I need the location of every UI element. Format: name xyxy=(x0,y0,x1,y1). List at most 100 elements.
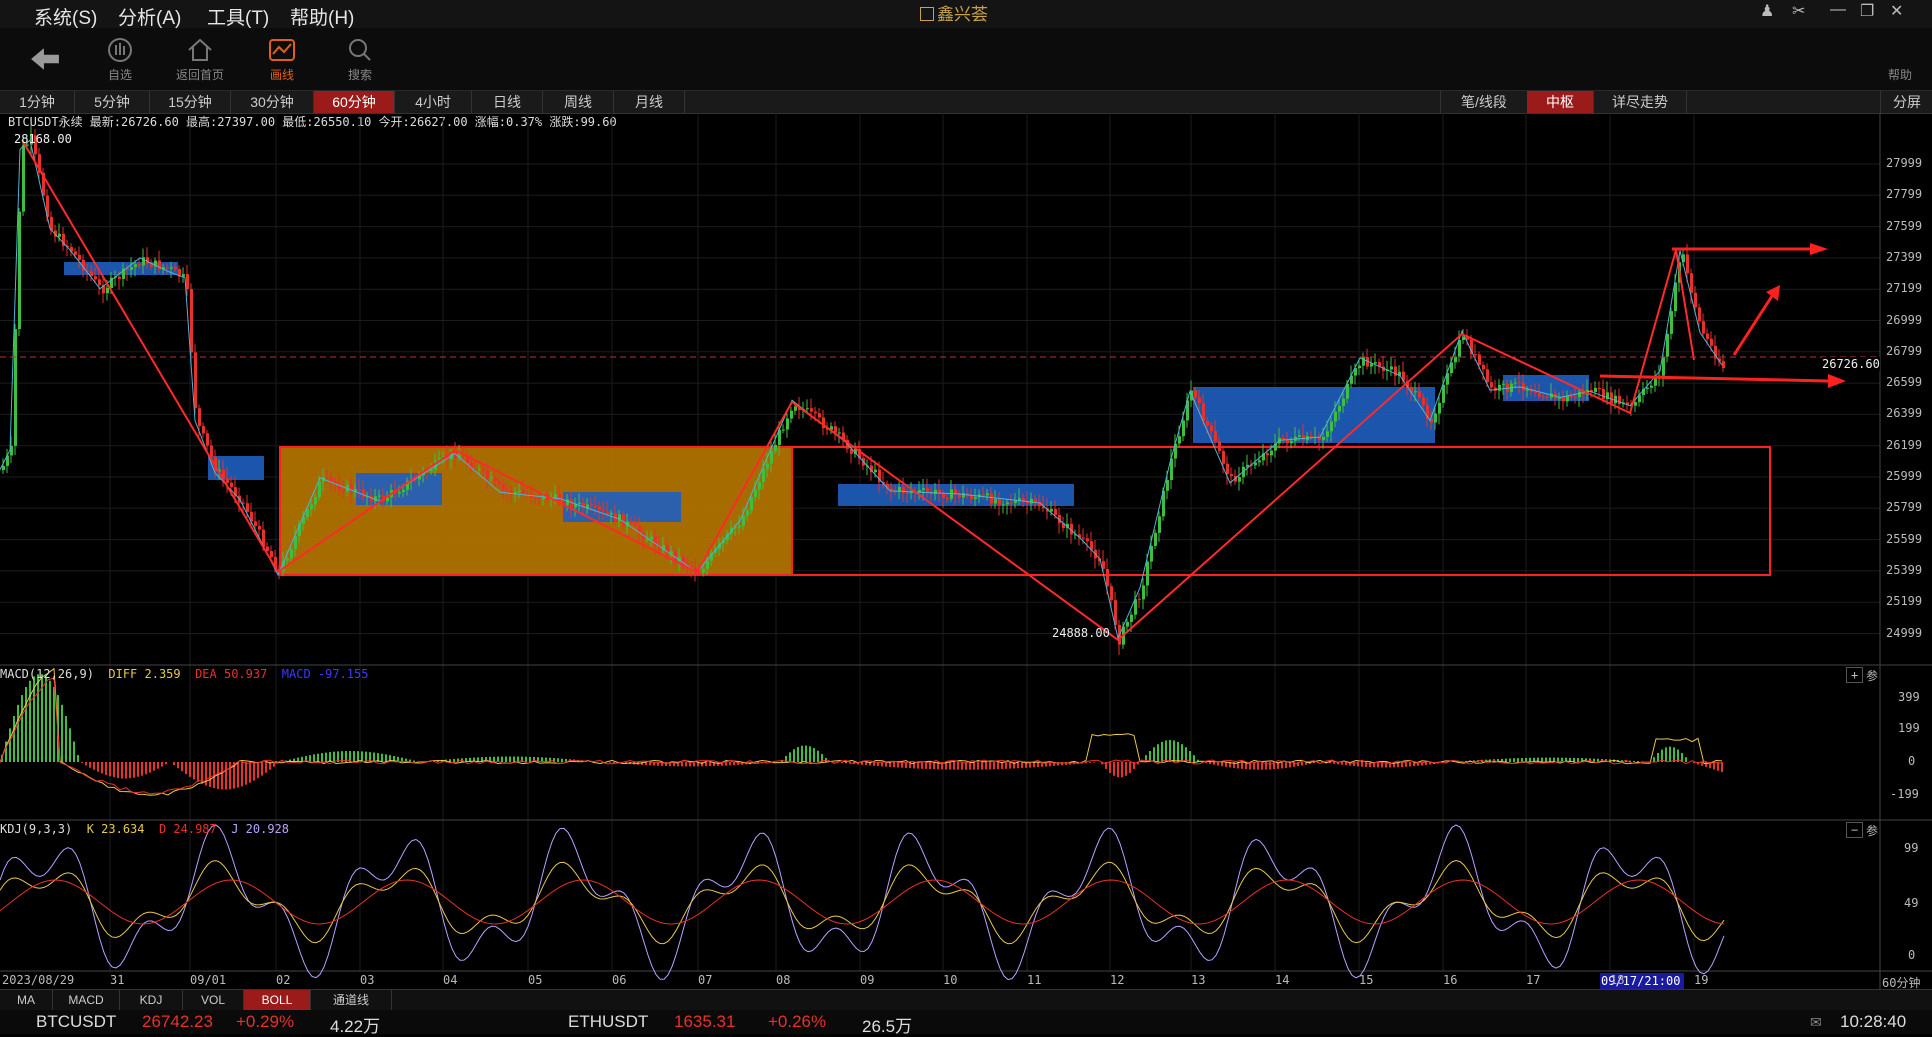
candle-body xyxy=(766,463,769,469)
candle-body xyxy=(1390,366,1393,370)
kdj-k-value: K 23.634 xyxy=(86,822,145,836)
candle-body xyxy=(806,408,809,410)
x-tick-label: 03 xyxy=(360,973,375,987)
last-price-tag: 26726.60 xyxy=(1822,357,1880,371)
candle-body xyxy=(146,257,149,264)
candle-body xyxy=(130,267,133,270)
candle-body xyxy=(1106,568,1109,587)
candle-body xyxy=(182,274,185,277)
indicator-tab-boll[interactable]: BOLL xyxy=(244,990,311,1010)
y-tick-label: 25199 xyxy=(1886,594,1923,609)
candle-body xyxy=(190,289,193,353)
candle-body xyxy=(942,493,945,499)
candle-body xyxy=(198,408,201,427)
quote-symbol[interactable]: ETHUSDT xyxy=(568,1012,648,1032)
candle-body xyxy=(1050,509,1053,512)
candle-body xyxy=(974,497,977,499)
candle-body xyxy=(362,489,365,497)
candle-body xyxy=(1198,397,1201,404)
candle-body xyxy=(378,495,381,497)
candle-body xyxy=(398,492,401,494)
candle-body xyxy=(630,521,633,523)
candle-body xyxy=(1342,398,1345,407)
candle-body xyxy=(330,477,333,482)
kdj-d-value: D 24.987 xyxy=(158,822,217,836)
candle-body xyxy=(1534,391,1537,393)
candle-body xyxy=(790,410,793,419)
candle-body xyxy=(1266,453,1269,456)
indicator-tab-ma[interactable]: MA xyxy=(0,990,53,1010)
candle-body xyxy=(922,488,925,490)
macd-dea-value: DEA 50.937 xyxy=(195,667,268,681)
candle-body xyxy=(558,494,561,502)
candle-body xyxy=(142,257,145,266)
candle-body xyxy=(490,477,493,479)
candle-body xyxy=(1142,585,1145,600)
candle-body xyxy=(1546,396,1549,398)
macd-expand-button[interactable]: + xyxy=(1846,667,1864,683)
y-tick-label: 27599 xyxy=(1886,218,1923,233)
candle-body xyxy=(1218,441,1221,451)
candle-body xyxy=(118,276,121,279)
candle-body xyxy=(486,470,489,479)
candle-body xyxy=(838,432,841,434)
candle-body xyxy=(1030,498,1033,504)
candle-body xyxy=(1722,361,1725,368)
candle-body xyxy=(1442,384,1445,403)
candle-body xyxy=(358,489,361,491)
candle-body xyxy=(1498,384,1501,391)
x-tick-label: 11 xyxy=(1027,973,1042,987)
candle-body xyxy=(342,489,345,492)
candle-body xyxy=(1702,321,1705,334)
candle-body xyxy=(402,489,405,493)
quote-volume: 26.5万 xyxy=(862,1017,913,1036)
candle-body xyxy=(566,499,569,506)
candle-body xyxy=(986,493,989,496)
x-tick-label: 06 xyxy=(612,973,627,987)
candle-body xyxy=(170,267,173,269)
candle-body xyxy=(290,549,293,559)
kdj-y-tick-label: 49 xyxy=(1904,896,1919,910)
candle-body xyxy=(1182,420,1185,437)
candle-body xyxy=(998,499,1001,505)
candle-body xyxy=(1210,425,1213,432)
candle-body xyxy=(1434,413,1437,423)
indicator-tab-channel[interactable]: 通道线 xyxy=(311,990,392,1010)
candle-body xyxy=(602,510,605,512)
kdj-collapse-button[interactable]: − xyxy=(1846,822,1864,838)
candle-body xyxy=(1238,477,1241,482)
kdj-param-button[interactable]: 参 xyxy=(1866,822,1878,839)
candle-body xyxy=(94,276,97,280)
indicator-tab-kdj[interactable]: KDJ xyxy=(120,990,183,1010)
candle-body xyxy=(246,503,249,512)
candle-body xyxy=(814,411,817,414)
candle-body xyxy=(1006,502,1009,505)
quote-symbol[interactable]: BTCUSDT xyxy=(36,1012,116,1032)
chart-canvas[interactable] xyxy=(0,0,1932,1034)
candle-body xyxy=(522,490,525,494)
candle-body xyxy=(258,525,261,530)
indicator-tab-macd[interactable]: MACD xyxy=(53,990,120,1010)
candle-body xyxy=(1326,431,1329,437)
candle-body xyxy=(750,497,753,511)
x-tick-label: 31 xyxy=(110,973,125,987)
candle-body xyxy=(1086,538,1089,542)
indicator-tab-vol[interactable]: VOL xyxy=(183,990,244,1010)
y-tick-label: 27999 xyxy=(1886,156,1923,170)
candle-body xyxy=(650,536,653,540)
macd-macd-value: MACD -97.155 xyxy=(281,667,369,681)
arrow-up xyxy=(1732,295,1774,356)
kdj-y-tick-label: 99 xyxy=(1904,841,1919,855)
macd-param-button[interactable]: 参 xyxy=(1866,667,1878,684)
candle-body xyxy=(1206,421,1209,426)
x-tick-label: 19 xyxy=(1694,973,1709,987)
candle-body xyxy=(226,478,229,483)
candle-body xyxy=(706,560,709,569)
candle-body xyxy=(1338,406,1341,412)
x-tick-label: 04 xyxy=(443,973,458,987)
candle-body xyxy=(1478,354,1481,365)
mail-icon[interactable]: ✉ xyxy=(1810,1014,1822,1031)
candle-body xyxy=(534,497,537,499)
candle-body xyxy=(1138,599,1141,601)
candle-body xyxy=(254,521,257,526)
